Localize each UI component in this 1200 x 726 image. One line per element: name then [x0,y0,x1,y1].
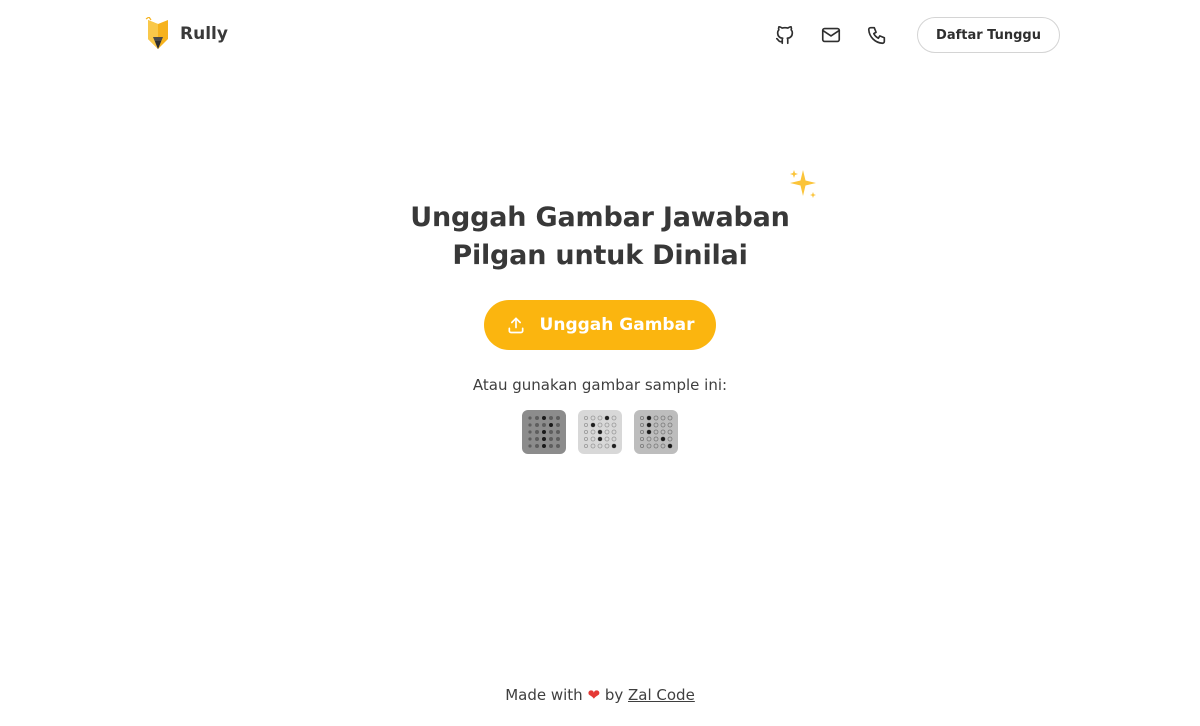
upload-button-label: Unggah Gambar [539,315,695,335]
sample-image-2[interactable] [578,410,622,454]
answer-sheet-thumbnail [522,410,566,454]
sample-images [522,410,678,454]
mail-icon [821,27,841,43]
upload-image-button[interactable]: Unggah Gambar [484,300,716,350]
sample-image-1[interactable] [522,410,566,454]
email-link[interactable] [819,23,843,47]
upload-icon [508,317,524,334]
title-line-2: Pilgan untuk Dinilai [452,240,748,271]
waitlist-button[interactable]: Daftar Tunggu [917,17,1060,53]
footer-by: by [604,686,624,704]
author-link[interactable]: Zal Code [628,686,695,704]
brand-logo-link[interactable]: Rully [144,17,228,51]
footer-prefix: Made with [505,686,583,704]
answer-sheet-thumbnail [578,410,622,454]
page-title: Unggah Gambar Jawaban Pilgan untuk Dinil… [300,199,900,275]
header: Rully Daftar Tunggu [0,0,1200,70]
sparkle-icon [790,170,816,198]
phone-icon [867,26,886,45]
title-line-1: Unggah Gambar Jawaban [410,202,790,233]
top-nav: Daftar Tunggu [773,17,1060,53]
sample-images-label: Atau gunakan gambar sample ini: [472,376,728,394]
github-icon [775,25,794,45]
pencil-logo-icon [145,17,168,49]
footer: Made with ❤ by Zal Code [300,686,900,704]
heart-icon: ❤ [587,686,601,704]
sample-image-3[interactable] [634,410,678,454]
phone-link[interactable] [865,23,889,47]
github-link[interactable] [773,23,797,47]
answer-sheet-thumbnail [634,410,678,454]
brand-name: Rully [180,24,228,44]
